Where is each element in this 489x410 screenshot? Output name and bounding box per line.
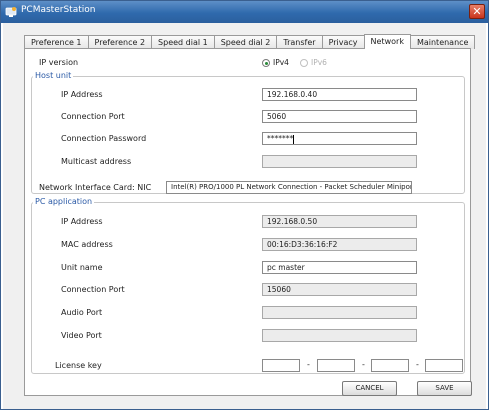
pc-application-title: PC application: [33, 197, 95, 206]
window-title: PCMasterStation: [21, 5, 96, 15]
tab-preference-1[interactable]: Preference 1: [24, 35, 89, 49]
license-separator-1: -: [307, 360, 310, 369]
video-port-label: Video Port: [61, 331, 102, 340]
license-separator-3: -: [416, 360, 419, 369]
audio-port-label: Audio Port: [61, 308, 103, 317]
host-connection-port-label: Connection Port: [61, 112, 125, 121]
license-key-part-1[interactable]: [262, 359, 300, 372]
license-separator-2: -: [362, 360, 365, 369]
nic-label: Network Interface Card: NIC: [39, 183, 152, 192]
host-ip-address-input[interactable]: 192.168.0.40: [262, 88, 417, 101]
close-icon: ✕: [472, 5, 482, 18]
tab-bar: Preference 1 Preference 2 Speed dial 1 S…: [24, 34, 476, 49]
tab-maintenance[interactable]: Maintenance: [409, 35, 476, 49]
main-window: PCMasterStation ✕ Preference 1 Preferenc…: [0, 0, 489, 410]
ip-version-label: IP version: [39, 58, 79, 67]
ipv6-radio[interactable]: [300, 59, 308, 67]
save-button[interactable]: SAVE: [417, 381, 472, 396]
tab-transfer[interactable]: Transfer: [276, 35, 323, 49]
password-value: *******: [267, 134, 294, 143]
license-key-part-3[interactable]: [371, 359, 409, 372]
pc-ip-address-input[interactable]: 192.168.0.50: [262, 215, 417, 228]
nic-select[interactable]: Intel(R) PRO/1000 PL Network Connection …: [166, 181, 412, 194]
mac-address-label: MAC address: [61, 240, 113, 249]
tab-preference-2[interactable]: Preference 2: [87, 35, 153, 49]
host-unit-title: Host unit: [33, 71, 74, 80]
ipv6-radio-label: IPv6: [311, 58, 327, 67]
tab-privacy[interactable]: Privacy: [321, 35, 365, 49]
video-port-input[interactable]: [262, 329, 417, 342]
title-bar[interactable]: PCMasterStation ✕: [1, 1, 488, 23]
ipv4-radio-label: IPv4: [273, 58, 289, 67]
close-button[interactable]: ✕: [469, 4, 485, 19]
ipv4-radio[interactable]: [262, 59, 270, 67]
unit-name-label: Unit name: [61, 263, 103, 272]
host-connection-password-input[interactable]: *******: [262, 132, 417, 145]
cancel-button[interactable]: CANCEL: [342, 381, 397, 396]
pc-ip-address-label: IP Address: [61, 217, 103, 226]
audio-port-input[interactable]: [262, 306, 417, 319]
mac-address-input[interactable]: 00:16:D3:36:16:F2: [262, 238, 417, 251]
host-connection-port-input[interactable]: 5060: [262, 110, 417, 123]
tab-network[interactable]: Network: [363, 34, 411, 49]
host-ip-address-label: IP Address: [61, 90, 103, 99]
tab-speed-dial-2[interactable]: Speed dial 2: [213, 35, 278, 49]
multicast-address-input[interactable]: [262, 155, 417, 168]
app-icon: [5, 7, 17, 17]
unit-name-input[interactable]: pc master: [262, 261, 417, 274]
pc-connection-port-label: Connection Port: [61, 285, 125, 294]
multicast-address-label: Multicast address: [61, 157, 132, 166]
license-key-label: License key: [55, 361, 102, 370]
license-key-part-4[interactable]: [425, 359, 463, 372]
text-caret: [293, 134, 295, 144]
host-connection-password-label: Connection Password: [61, 134, 147, 143]
tab-speed-dial-1[interactable]: Speed dial 1: [151, 35, 215, 49]
pc-connection-port-input[interactable]: 15060: [262, 283, 417, 296]
dialog-client-area: Preference 1 Preference 2 Speed dial 1 S…: [3, 23, 486, 409]
license-key-part-2[interactable]: [317, 359, 355, 372]
network-tab-panel: IP version IPv4 IPv6 Host unit IP Addres…: [24, 48, 471, 396]
